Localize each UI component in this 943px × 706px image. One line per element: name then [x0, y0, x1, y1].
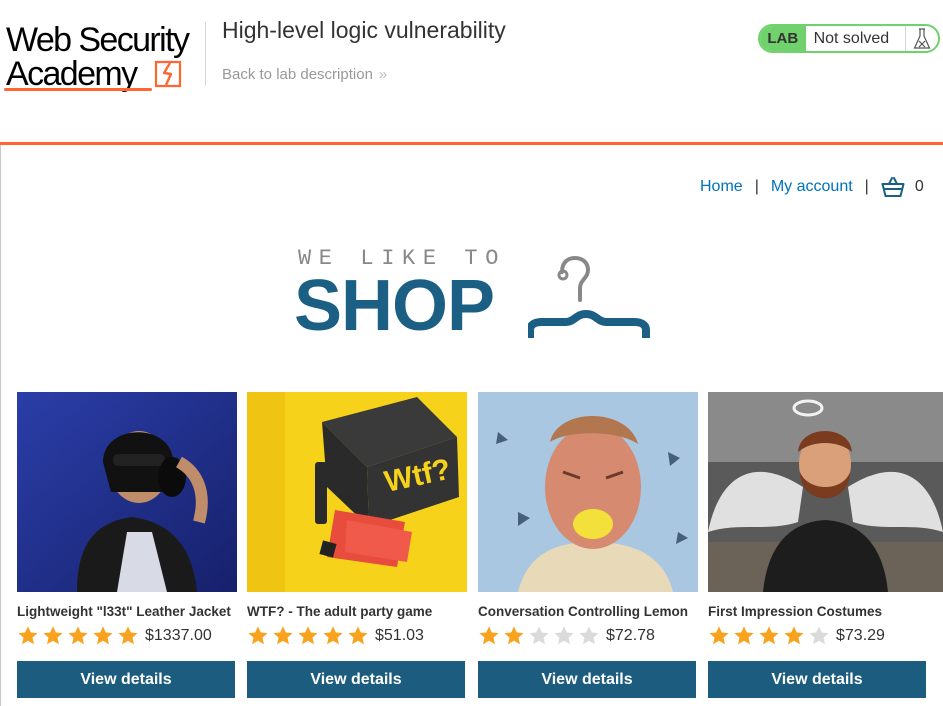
- logo-underline: [4, 88, 152, 91]
- product-image[interactable]: Wtf?: [247, 392, 467, 592]
- star-empty-icon: [554, 626, 574, 645]
- back-link-label: Back to lab description: [222, 66, 373, 83]
- flask-icon: [904, 26, 938, 51]
- header-orange-rule: [0, 142, 943, 145]
- product-price: $51.03: [375, 627, 424, 644]
- lab-header: Web Security Academy High-level logic vu…: [0, 0, 943, 143]
- product-image[interactable]: [17, 392, 237, 592]
- cart-count: 0: [914, 178, 924, 195]
- star-filled-icon: [273, 626, 293, 645]
- star-filled-icon: [298, 626, 318, 645]
- star-filled-icon: [68, 626, 88, 645]
- cart-icon[interactable]: [881, 176, 905, 198]
- product-name: Lightweight "l33t" Leather Jacket: [17, 604, 231, 619]
- header-divider: [205, 22, 206, 86]
- product-image[interactable]: [708, 392, 943, 592]
- star-filled-icon: [93, 626, 113, 645]
- view-details-button[interactable]: View details: [17, 661, 235, 698]
- double-chevron-right-icon: »: [378, 66, 388, 83]
- banner-shop-text: SHOP: [294, 266, 495, 346]
- my-account-link[interactable]: My account: [771, 178, 853, 196]
- star-filled-icon: [323, 626, 343, 645]
- star-filled-icon: [348, 626, 368, 645]
- star-filled-icon: [43, 626, 63, 645]
- star-filled-icon: [18, 626, 38, 645]
- nav-separator: |: [864, 178, 869, 195]
- product-name: First Impression Costumes: [708, 604, 883, 619]
- star-filled-icon: [504, 626, 524, 645]
- view-details-button[interactable]: View details: [708, 661, 926, 698]
- shop-banner: WE LIKE TO SHOP: [294, 240, 656, 350]
- star-filled-icon: [734, 626, 754, 645]
- top-navigation: Home | My account | 0: [700, 176, 924, 198]
- product-name: Conversation Controlling Lemon: [478, 604, 689, 619]
- lab-title: High-level logic vulnerability: [222, 17, 506, 43]
- product-price: $73.29: [836, 627, 885, 644]
- star-empty-icon: [579, 626, 599, 645]
- hanger-icon: [528, 255, 650, 338]
- leather-jacket-photo: [17, 392, 237, 592]
- product-name: WTF? - The adult party game: [247, 604, 433, 619]
- product-price: $1337.00: [145, 627, 212, 644]
- star-filled-icon: [759, 626, 779, 645]
- star-filled-icon: [248, 626, 268, 645]
- lemon-photo: [478, 392, 698, 592]
- product-rating: $73.29: [708, 624, 885, 648]
- star-filled-icon: [118, 626, 138, 645]
- back-to-lab-description-link[interactable]: Back to lab description »: [222, 66, 387, 83]
- product-image[interactable]: [478, 392, 698, 592]
- lab-status-text: Not solved: [813, 29, 890, 47]
- logo-bolt-icon: [154, 60, 182, 88]
- view-details-button[interactable]: View details: [478, 661, 696, 698]
- angel-costume-photo: [708, 392, 943, 592]
- star-empty-icon: [529, 626, 549, 645]
- home-link[interactable]: Home: [700, 178, 743, 196]
- star-empty-icon: [809, 626, 829, 645]
- lab-status-widget: LAB Not solved: [758, 24, 940, 53]
- party-game-photo: Wtf?: [247, 392, 467, 592]
- lab-badge: LAB: [760, 26, 806, 51]
- star-filled-icon: [709, 626, 729, 645]
- view-details-button[interactable]: View details: [247, 661, 465, 698]
- nav-separator: |: [754, 178, 759, 195]
- product-price: $72.78: [606, 627, 655, 644]
- star-filled-icon: [784, 626, 804, 645]
- star-filled-icon: [479, 626, 499, 645]
- product-rating: $1337.00: [17, 624, 212, 648]
- product-rating: $72.78: [478, 624, 655, 648]
- product-rating: $51.03: [247, 624, 424, 648]
- web-security-academy-logo[interactable]: Web Security Academy: [4, 20, 204, 94]
